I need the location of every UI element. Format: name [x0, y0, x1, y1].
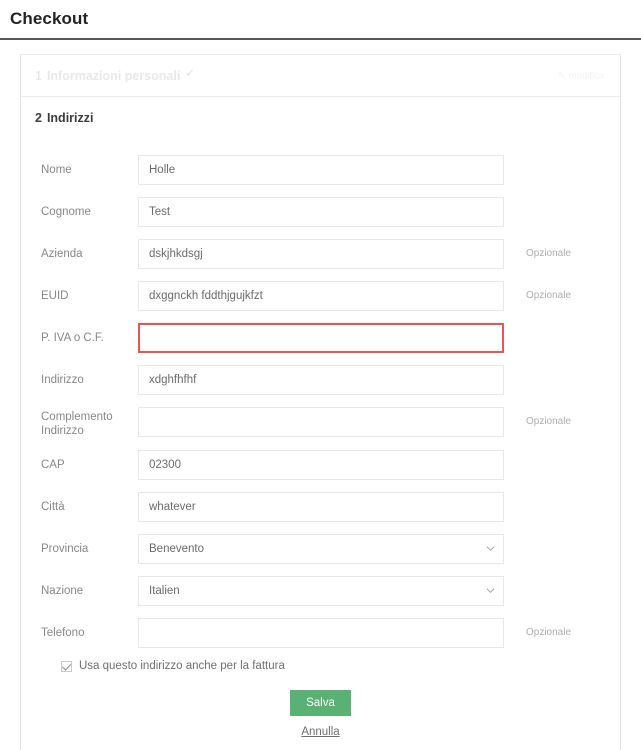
- optional-note-cognome: [504, 197, 620, 206]
- step-title-personal-information: 1 Informazioni personali ✓: [35, 69, 195, 83]
- field-control-cap: [138, 450, 504, 480]
- field-control-citta: [138, 492, 504, 522]
- edit-personal-information-link[interactable]: ✎ modifica: [558, 70, 604, 81]
- field-label-indirizzo: Indirizzo: [41, 365, 138, 387]
- billing-address-checkbox[interactable]: [61, 661, 72, 672]
- input-euid[interactable]: [138, 281, 504, 311]
- step-header-personal-information[interactable]: 1 Informazioni personali ✓ ✎ modifica: [21, 55, 620, 96]
- step-number: 1: [35, 69, 42, 83]
- field-label-euid: EUID: [41, 281, 138, 303]
- checkout-step-personal-information: 1 Informazioni personali ✓ ✎ modifica: [21, 55, 620, 97]
- page-header: Checkout: [0, 0, 641, 30]
- input-cap[interactable]: [138, 450, 504, 480]
- form-row-indirizzo: Indirizzo: [21, 365, 620, 395]
- field-control-euid: [138, 281, 504, 311]
- input-cognome[interactable]: [138, 197, 504, 227]
- optional-note-cap: [504, 450, 620, 459]
- optional-note-piva: [504, 323, 620, 332]
- select-nazione[interactable]: Italien: [138, 576, 504, 606]
- billing-address-checkbox-label[interactable]: Usa questo indirizzo anche per la fattur…: [79, 660, 285, 672]
- pencil-icon: ✎: [558, 70, 566, 81]
- form-row-piva: P. IVA o C.F.: [21, 323, 620, 353]
- input-citta[interactable]: [138, 492, 504, 522]
- field-control-azienda: [138, 239, 504, 269]
- input-piva[interactable]: [138, 323, 504, 353]
- optional-note-provincia: [504, 534, 620, 543]
- edit-link-label: modifica: [569, 70, 604, 81]
- input-complemento[interactable]: [138, 407, 504, 437]
- input-nome[interactable]: [138, 155, 504, 185]
- field-label-cognome: Cognome: [41, 197, 138, 219]
- form-rows: Nome Cognome Azienda Opzionale EUID Opzionale…: [21, 155, 620, 648]
- step-label: Indirizzi: [47, 111, 94, 125]
- field-label-nome: Nome: [41, 155, 138, 177]
- form-row-azienda: Azienda Opzionale: [21, 239, 620, 269]
- form-row-cognome: Cognome: [21, 197, 620, 227]
- checkout-card: 1 Informazioni personali ✓ ✎ modifica 2 …: [20, 54, 621, 750]
- select-wrapper-nazione: Italien: [138, 576, 504, 606]
- optional-note-telefono: Opzionale: [504, 618, 620, 638]
- address-form: Nome Cognome Azienda Opzionale EUID Opzionale…: [21, 138, 620, 750]
- form-row-euid: EUID Opzionale: [21, 281, 620, 311]
- select-provincia[interactable]: Benevento: [138, 534, 504, 564]
- step-label: Informazioni personali: [47, 69, 180, 83]
- field-label-piva: P. IVA o C.F.: [41, 323, 138, 345]
- optional-note-citta: [504, 492, 620, 501]
- field-label-citta: Città: [41, 492, 138, 514]
- cancel-link[interactable]: Annulla: [21, 726, 620, 738]
- step-number: 2: [35, 111, 42, 125]
- optional-note-indirizzo: [504, 365, 620, 374]
- optional-note-nome: [504, 155, 620, 164]
- field-label-azienda: Azienda: [41, 239, 138, 261]
- optional-note-complemento: Opzionale: [504, 407, 620, 427]
- field-label-complemento: Complemento Indirizzo: [41, 407, 138, 438]
- optional-note-azienda: Opzionale: [504, 239, 620, 259]
- form-row-nome: Nome: [21, 155, 620, 185]
- input-indirizzo[interactable]: [138, 365, 504, 395]
- field-control-complemento: [138, 407, 504, 437]
- field-control-nome: [138, 155, 504, 185]
- input-telefono[interactable]: [138, 618, 504, 648]
- field-label-cap: CAP: [41, 450, 138, 472]
- checkout-page: Checkout 1 Informazioni personali ✓ ✎ mo…: [0, 0, 641, 750]
- field-control-telefono: [138, 618, 504, 648]
- form-row-provincia: ProvinciaBenevento: [21, 534, 620, 564]
- form-actions: Salva Annulla: [21, 676, 620, 750]
- field-control-indirizzo: [138, 365, 504, 395]
- input-azienda[interactable]: [138, 239, 504, 269]
- field-label-nazione: Nazione: [41, 576, 138, 598]
- field-control-nazione: Italien: [138, 576, 504, 606]
- check-icon: ✓: [185, 69, 194, 80]
- step-header-addresses[interactable]: 2 Indirizzi: [21, 97, 620, 138]
- save-button[interactable]: Salva: [290, 690, 351, 716]
- header-divider: [0, 38, 641, 40]
- form-row-citta: Città: [21, 492, 620, 522]
- optional-note-euid: Opzionale: [504, 281, 620, 301]
- page-title: Checkout: [10, 8, 641, 30]
- form-row-cap: CAP: [21, 450, 620, 480]
- field-control-provincia: Benevento: [138, 534, 504, 564]
- checkout-step-addresses: 2 Indirizzi NomeCognomeAziendaOpzionaleE…: [21, 97, 620, 750]
- form-row-nazione: NazioneItalien: [21, 576, 620, 606]
- optional-note-nazione: [504, 576, 620, 585]
- field-label-telefono: Telefono: [41, 618, 138, 640]
- step-title-addresses: 2 Indirizzi: [35, 111, 93, 125]
- field-control-cognome: [138, 197, 504, 227]
- select-wrapper-provincia: Benevento: [138, 534, 504, 564]
- form-row-telefono: Telefono Opzionale: [21, 618, 620, 648]
- field-control-piva: [138, 323, 504, 353]
- billing-address-checkbox-row[interactable]: Usa questo indirizzo anche per la fattur…: [21, 660, 620, 672]
- form-row-complemento: Complemento Indirizzo Opzionale: [21, 407, 620, 438]
- field-label-provincia: Provincia: [41, 534, 138, 556]
